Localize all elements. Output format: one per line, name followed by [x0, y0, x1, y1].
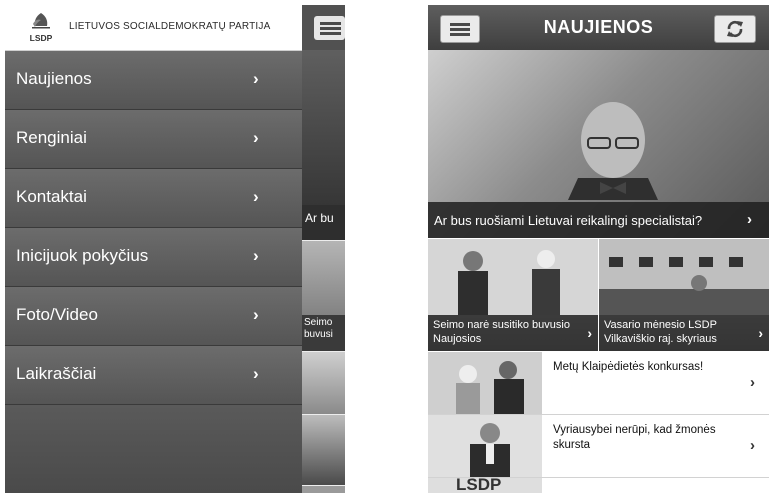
- behind-tile-caption: Seimo buvusi: [304, 317, 333, 341]
- tile-photo-image: [428, 239, 598, 315]
- tile-caption: Seimo narė susitiko buvusio Naujosios: [433, 319, 570, 345]
- brand-header: LSDP LIETUVOS SOCIALDEMOKRATŲ PARTIJA: [5, 5, 302, 51]
- list-item-title: Vyriausybei nerūpi, kad žmonės skursta: [553, 424, 716, 451]
- chevron-right-icon: ›: [253, 364, 259, 383]
- navigation-drawer: LSDP LIETUVOS SOCIALDEMOKRATŲ PARTIJA Na…: [5, 5, 302, 493]
- chevron-right-icon: ›: [253, 69, 259, 88]
- menu-item-label: Foto/Video: [16, 305, 98, 324]
- chevron-right-icon: ›: [253, 305, 259, 324]
- drawer-empty-area: [5, 405, 302, 493]
- menu-item-label: Inicijuok pokyčius: [16, 246, 149, 265]
- menu-item-label: Kontaktai: [16, 187, 87, 206]
- news-list-item[interactable]: Vyriausybei nerūpi, kad žmonės skursta ›: [428, 415, 769, 478]
- tile-caption-bar: Seimo narė susitiko buvusio Naujosios ›: [428, 315, 598, 351]
- chevron-right-icon: ›: [587, 325, 592, 341]
- brand-title: LIETUVOS SOCIALDEMOKRATŲ PARTIJA: [69, 21, 271, 32]
- refresh-icon: [727, 20, 743, 38]
- chevron-right-icon: ›: [253, 187, 259, 206]
- list-item-thumbnail: LSDP: [428, 478, 542, 493]
- menu-item-inicijuok-pokycius[interactable]: Inicijuok pokyčius ›: [5, 228, 302, 287]
- news-list-item[interactable]: LSDP: [428, 478, 769, 493]
- caption-line: Seimo: [304, 317, 333, 328]
- behind-nav-bar: [302, 5, 345, 50]
- behind-list-thumb: [302, 352, 345, 414]
- underlying-content-peek: Ar bu Seimo buvusi: [302, 5, 345, 493]
- news-list-item[interactable]: Metų Klaipėdietės konkursas! ›: [428, 352, 769, 415]
- chevron-right-icon: ›: [750, 374, 755, 391]
- left-phone-screen: LSDP LIETUVOS SOCIALDEMOKRATŲ PARTIJA Na…: [5, 5, 345, 493]
- menu-item-kontaktai[interactable]: Kontaktai ›: [5, 169, 302, 228]
- thumbnail-logo-text: LSDP: [456, 478, 502, 493]
- right-phone-screen: NAUJIENOS Ar bus ruošiami Lietuvai reika…: [428, 5, 769, 493]
- hero-caption: Ar bus ruošiami Lietuvai reikalingi spec…: [434, 213, 703, 228]
- behind-hero-caption: Ar bu: [305, 211, 334, 225]
- caption-line: buvusi: [304, 329, 333, 340]
- refresh-button[interactable]: [714, 15, 756, 43]
- tile-caption: Vasario mėnesio LSDP Vilkaviškio raj. sk…: [604, 319, 717, 345]
- hamburger-icon[interactable]: [314, 16, 345, 40]
- party-logo-icon: LSDP: [30, 13, 53, 43]
- hero-portrait-image: [568, 102, 658, 200]
- menu-item-label: Naujienos: [16, 69, 92, 88]
- tile-caption-bar: Vasario mėnesio LSDP Vilkaviškio raj. sk…: [599, 315, 769, 351]
- tile-photo-image: [599, 239, 769, 315]
- menu-item-renginiai[interactable]: Renginiai ›: [5, 110, 302, 169]
- chevron-right-icon: ›: [253, 246, 259, 265]
- menu-item-foto-video[interactable]: Foto/Video ›: [5, 287, 302, 346]
- menu-item-label: Laikraščiai: [16, 364, 97, 383]
- list-item-title: Metų Klaipėdietės konkursas!: [553, 361, 704, 373]
- behind-list-thumb: [302, 486, 345, 493]
- news-tile[interactable]: Seimo narė susitiko buvusio Naujosios ›: [428, 239, 598, 351]
- behind-list-thumb: [302, 415, 345, 485]
- menu-item-label: Renginiai: [16, 128, 87, 147]
- list-item-thumbnail: [428, 352, 542, 414]
- logo-text: LSDP: [30, 33, 53, 43]
- menu-item-naujienos[interactable]: Naujienos ›: [5, 51, 302, 110]
- menu-item-laikrasciai[interactable]: Laikraščiai ›: [5, 346, 302, 405]
- news-tile[interactable]: Vasario mėnesio LSDP Vilkaviškio raj. sk…: [599, 239, 769, 351]
- chevron-right-icon: ›: [253, 128, 259, 147]
- hero-news-card[interactable]: Ar bus ruošiami Lietuvai reikalingi spec…: [428, 50, 769, 238]
- nav-bar: NAUJIENOS: [428, 5, 769, 50]
- hero-caption-bar: Ar bus ruošiami Lietuvai reikalingi spec…: [428, 202, 769, 238]
- chevron-right-icon: ›: [750, 437, 755, 454]
- list-item-thumbnail: [428, 415, 542, 477]
- chevron-right-icon: ›: [758, 325, 763, 341]
- chevron-right-icon: ›: [747, 211, 752, 228]
